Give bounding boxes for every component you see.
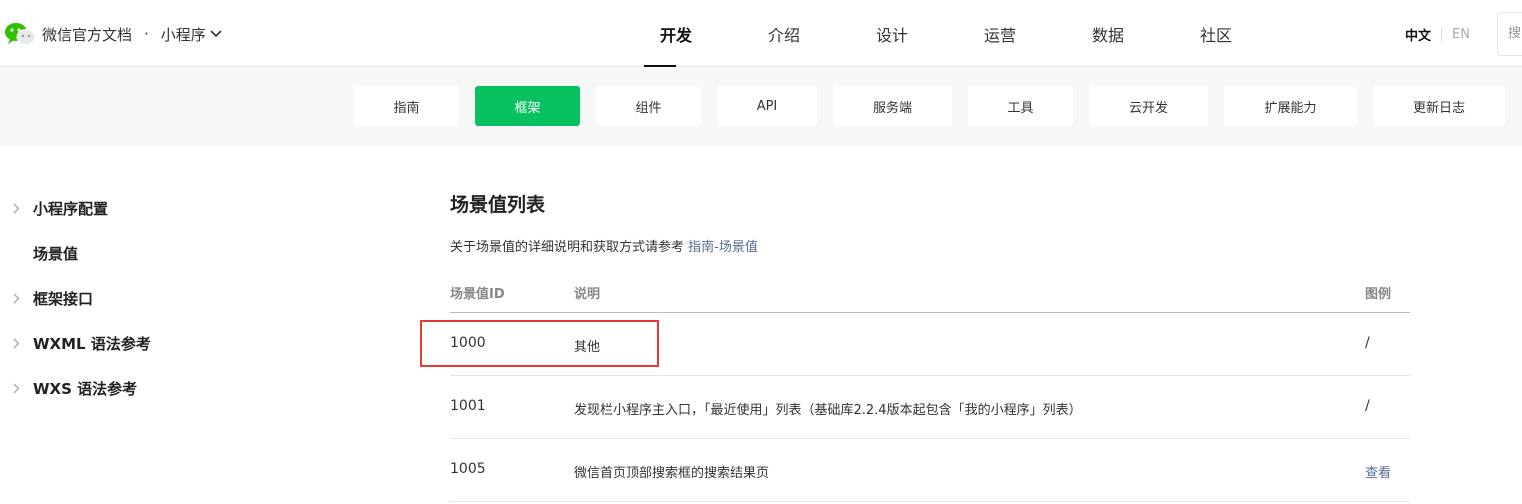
nav-item-data[interactable]: 数据: [1054, 0, 1162, 67]
table-cell-id: 1001: [450, 398, 486, 414]
main-nav: 开发 介绍 设计 运营 数据 社区: [622, 0, 1270, 67]
language-switcher: 中文 EN: [1405, 25, 1470, 44]
sidebar-item-wxs[interactable]: WXS 语法参考: [0, 377, 137, 399]
sidebar-item-label: 小程序配置: [33, 199, 109, 218]
nav-item-operation[interactable]: 运营: [946, 0, 1054, 67]
example-view-link[interactable]: 查看: [1365, 462, 1391, 481]
search-input[interactable]: 搜: [1497, 12, 1522, 56]
table-header-divider: [450, 312, 1410, 313]
brand[interactable]: 微信官方文档 · 小程序: [4, 22, 222, 46]
intro-guide-link[interactable]: 指南-场景值: [688, 240, 758, 255]
sub-nav: 指南 框架 组件 API 服务端 工具 云开发 扩展能力 更新日志: [0, 67, 1522, 146]
top-bar: 微信官方文档 · 小程序 开发 介绍 设计 运营 数据 社区 中文 EN 搜: [0, 0, 1522, 67]
chevron-right-icon: [13, 293, 20, 303]
table-cell-desc: 微信首页顶部搜索框的搜索结果页: [574, 466, 770, 481]
subtab-changelog[interactable]: 更新日志: [1373, 86, 1505, 126]
chevron-right-icon: [13, 338, 20, 348]
wechat-logo-icon: [4, 22, 36, 46]
subtab-tools[interactable]: 工具: [968, 86, 1073, 126]
sidebar: 小程序配置 场景值 框架接口 WXML 语法参考 WXS 语法参考: [0, 146, 313, 504]
sidebar-item-label: WXML 语法参考: [33, 334, 151, 353]
chevron-down-icon: [210, 30, 222, 38]
row-divider: [450, 375, 1410, 376]
sidebar-item-label: WXS 语法参考: [33, 379, 138, 398]
sidebar-item-wxml[interactable]: WXML 语法参考: [0, 332, 151, 354]
table-cell-desc: 发现栏小程序主入口，「最近使用」列表（基础库2.2.4版本起包含「我的小程序」列…: [574, 403, 1082, 418]
subtab-server[interactable]: 服务端: [833, 86, 952, 126]
nav-item-design[interactable]: 设计: [838, 0, 946, 67]
product-label: 小程序: [160, 25, 206, 44]
brand-separator: ·: [144, 25, 149, 43]
table-cell-example: /: [1365, 398, 1370, 414]
nav-item-community[interactable]: 社区: [1162, 0, 1270, 67]
chevron-right-icon: [13, 383, 20, 393]
nav-item-dev[interactable]: 开发: [622, 0, 730, 67]
table-cell-id: 1005: [450, 461, 486, 477]
subtab-cloud[interactable]: 云开发: [1089, 86, 1208, 126]
table-cell-example: /: [1365, 335, 1370, 351]
nav-item-intro[interactable]: 介绍: [730, 0, 838, 67]
column-header-desc: 说明: [574, 287, 601, 302]
subtab-guide[interactable]: 指南: [354, 86, 459, 126]
subtab-framework[interactable]: 框架: [475, 86, 580, 126]
sidebar-item-label: 场景值: [33, 244, 79, 263]
highlight-box: [420, 320, 659, 367]
row-divider: [450, 438, 1410, 439]
row-divider: [450, 501, 1410, 502]
subtab-components[interactable]: 组件: [596, 86, 701, 126]
sidebar-item-framework-api[interactable]: 框架接口: [0, 287, 93, 309]
subtab-api[interactable]: API: [717, 86, 817, 126]
column-header-id: 场景值ID: [450, 287, 505, 302]
lang-zh[interactable]: 中文: [1405, 25, 1431, 44]
subtab-extensions[interactable]: 扩展能力: [1224, 86, 1357, 126]
chevron-right-icon: [13, 203, 20, 213]
product-switcher[interactable]: 小程序: [161, 24, 222, 45]
intro-text: 关于场景值的详细说明和获取方式请参考 指南-场景值: [450, 236, 758, 255]
page-title: 场景值列表: [450, 194, 546, 216]
lang-divider: [1441, 27, 1443, 42]
sidebar-item-scene[interactable]: 场景值: [0, 242, 78, 264]
sidebar-item-config[interactable]: 小程序配置: [0, 197, 108, 219]
lang-en[interactable]: EN: [1452, 27, 1470, 42]
column-header-example: 图例: [1365, 287, 1392, 302]
intro-label: 关于场景值的详细说明和获取方式请参考: [450, 240, 685, 255]
brand-title: 微信官方文档: [42, 25, 133, 44]
sidebar-item-label: 框架接口: [33, 289, 94, 308]
